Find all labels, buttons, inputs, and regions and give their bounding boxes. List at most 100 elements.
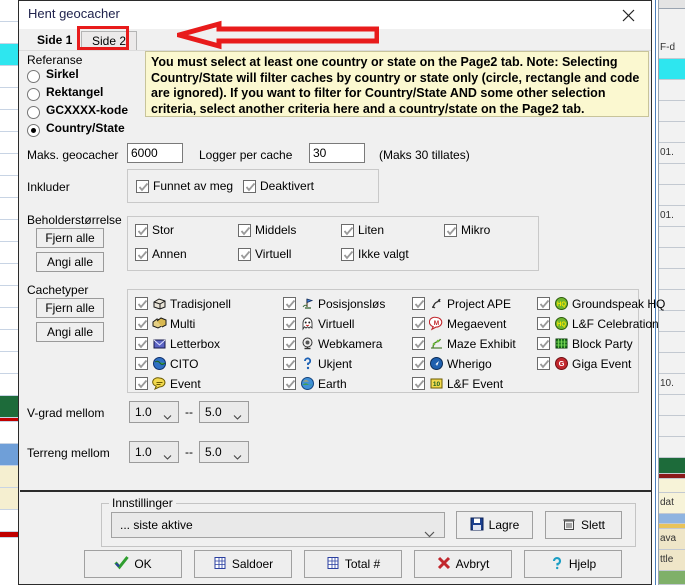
checkbox-label: Virtuell — [255, 247, 292, 261]
grid-document-icon — [213, 556, 227, 573]
bg-cell: 01. — [659, 143, 685, 164]
checkbox-ikke-valgt[interactable]: Ikke valgt — [341, 247, 409, 261]
trash-icon — [562, 517, 576, 534]
terrain-to-value: 5.0 — [205, 445, 222, 459]
cachetypes-clear-all-button[interactable]: Fjern alle — [36, 298, 104, 318]
bg-cell — [659, 164, 685, 185]
checkbox-label: Maze Exhibit — [447, 336, 516, 351]
tab-side-1[interactable]: Side 1 — [27, 31, 83, 51]
radio-rektangel[interactable] — [27, 88, 40, 101]
checkbox-event[interactable]: Event — [135, 376, 201, 391]
terrain-to-select[interactable]: 5.0 — [199, 441, 249, 463]
window-title: Hent geocacher — [28, 6, 120, 21]
radio-gc-kode[interactable] — [27, 106, 40, 119]
settings-preset-select[interactable]: ... siste aktive — [111, 512, 445, 538]
checkbox-lf-celebration[interactable]: HQ L&F Celebration — [537, 316, 659, 331]
tab-strip: Side 1 Side 2 — [19, 29, 651, 51]
checkbox-posisjonslos[interactable]: Posisjonsløs — [283, 296, 385, 311]
container-set-all-button[interactable]: Angi alle — [36, 252, 104, 272]
checkbox-virtuell-type[interactable]: Virtuell — [283, 316, 354, 331]
close-icon[interactable] — [605, 1, 651, 29]
checkbox-box — [135, 223, 148, 237]
checkbox-box — [135, 297, 148, 310]
checkbox-tradisjonell[interactable]: Tradisjonell — [135, 296, 231, 311]
checkbox-box — [412, 377, 425, 390]
checkbox-annen[interactable]: Annen — [135, 247, 187, 261]
block-party-icon — [554, 336, 569, 351]
checkbox-label: Block Party — [572, 336, 633, 351]
checkbox-label: Ukjent — [318, 356, 353, 371]
checkbox-letterbox[interactable]: Letterbox — [135, 336, 220, 351]
checkbox-megaevent[interactable]: M Megaevent — [412, 316, 506, 331]
checkbox-middels[interactable]: Middels — [238, 223, 296, 237]
bg-cell: F-d — [659, 38, 685, 59]
checkbox-virtuell-size[interactable]: Virtuell — [238, 247, 291, 261]
save-settings-button[interactable]: Lagre — [456, 511, 533, 539]
checkbox-multi[interactable]: Multi — [135, 316, 195, 331]
checkbox-box — [135, 337, 148, 350]
checkbox-box — [412, 357, 425, 370]
cancel-button[interactable]: Avbryt — [414, 550, 512, 578]
svg-text:HQ: HQ — [557, 302, 566, 308]
bg-row — [0, 330, 18, 352]
checkbox-block-party[interactable]: Block Party — [537, 336, 633, 351]
radio-label-rektangel: Rektangel — [46, 85, 104, 99]
checkbox-earth[interactable]: Earth — [283, 376, 347, 391]
difficulty-from-value: 1.0 — [135, 405, 152, 419]
radio-label-gc-kode: GCXXXX-kode — [46, 103, 129, 117]
checkbox-box — [283, 357, 296, 370]
checkbox-funnet-av-meg[interactable]: Funnet av meg — [136, 179, 233, 193]
delete-settings-button[interactable]: Slett — [545, 511, 622, 539]
bg-row — [0, 198, 18, 220]
traditional-cache-icon — [152, 296, 167, 311]
checkbox-box — [444, 223, 457, 237]
container-clear-all-button[interactable]: Fjern alle — [36, 228, 104, 248]
checkbox-lf-event[interactable]: 10 L&F Event — [412, 376, 503, 391]
ok-button[interactable]: OK — [84, 550, 182, 578]
checkbox-ukjent[interactable]: Ukjent — [283, 356, 352, 371]
warning-notice: You must select at least one country or … — [145, 51, 649, 117]
checkbox-label: Wherigo — [447, 356, 492, 371]
bg-cell — [659, 458, 685, 474]
checkbox-cito[interactable]: CITO — [135, 356, 198, 371]
checkbox-box — [135, 247, 148, 261]
reference-group-label: Referanse — [27, 53, 83, 67]
checkbox-label: Giga Event — [572, 356, 632, 371]
checkbox-stor[interactable]: Stor — [135, 223, 174, 237]
bg-cell — [659, 514, 685, 524]
cachetypes-set-all-button[interactable]: Angi alle — [36, 322, 104, 342]
mystery-cache-icon — [300, 356, 315, 371]
checkbox-maze-exhibit[interactable]: Maze Exhibit — [412, 336, 516, 351]
checkbox-deaktivert[interactable]: Deaktivert — [243, 179, 314, 193]
radio-sirkel[interactable] — [27, 70, 40, 83]
checkbox-groundspeak-hq[interactable]: HQ Groundspeak HQ — [537, 296, 665, 311]
checkbox-label: L&F Event — [447, 376, 504, 391]
tab-side-2[interactable]: Side 2 — [81, 31, 138, 51]
saldoer-button[interactable]: Saldoer — [194, 550, 292, 578]
difficulty-from-select[interactable]: 1.0 — [129, 401, 179, 423]
checkbox-mikro[interactable]: Mikro — [444, 223, 490, 237]
total-button[interactable]: Total # — [304, 550, 402, 578]
checkbox-label: Megaevent — [447, 316, 507, 331]
checkbox-project-ape[interactable]: Project APE — [412, 296, 511, 311]
difficulty-to-select[interactable]: 5.0 — [199, 401, 249, 423]
bg-row — [0, 422, 18, 444]
checkbox-label: Posisjonsløs — [318, 296, 386, 311]
max-caches-label: Maks. geocacher — [27, 148, 119, 162]
checkbox-wherigo[interactable]: Wherigo — [412, 356, 492, 371]
bg-row — [0, 110, 18, 132]
help-button[interactable]: Hjelp — [524, 550, 622, 578]
svg-text:HQ: HQ — [557, 322, 566, 328]
chevron-down-icon — [163, 448, 172, 460]
checkbox-giga-event[interactable]: G Giga Event — [537, 356, 631, 371]
checkbox-liten[interactable]: Liten — [341, 223, 384, 237]
checkbox-label: Multi — [170, 316, 196, 331]
maze-exhibit-icon — [429, 336, 444, 351]
logs-per-cache-input[interactable]: 30 — [309, 143, 365, 163]
background-left-strip — [0, 0, 19, 585]
terrain-from-select[interactable]: 1.0 — [129, 441, 179, 463]
max-caches-input[interactable]: 6000 — [127, 143, 183, 163]
checkbox-webkamera[interactable]: Webkamera — [283, 336, 382, 351]
radio-country-state[interactable] — [27, 124, 40, 137]
checkbox-label: Groundspeak HQ — [572, 296, 666, 311]
